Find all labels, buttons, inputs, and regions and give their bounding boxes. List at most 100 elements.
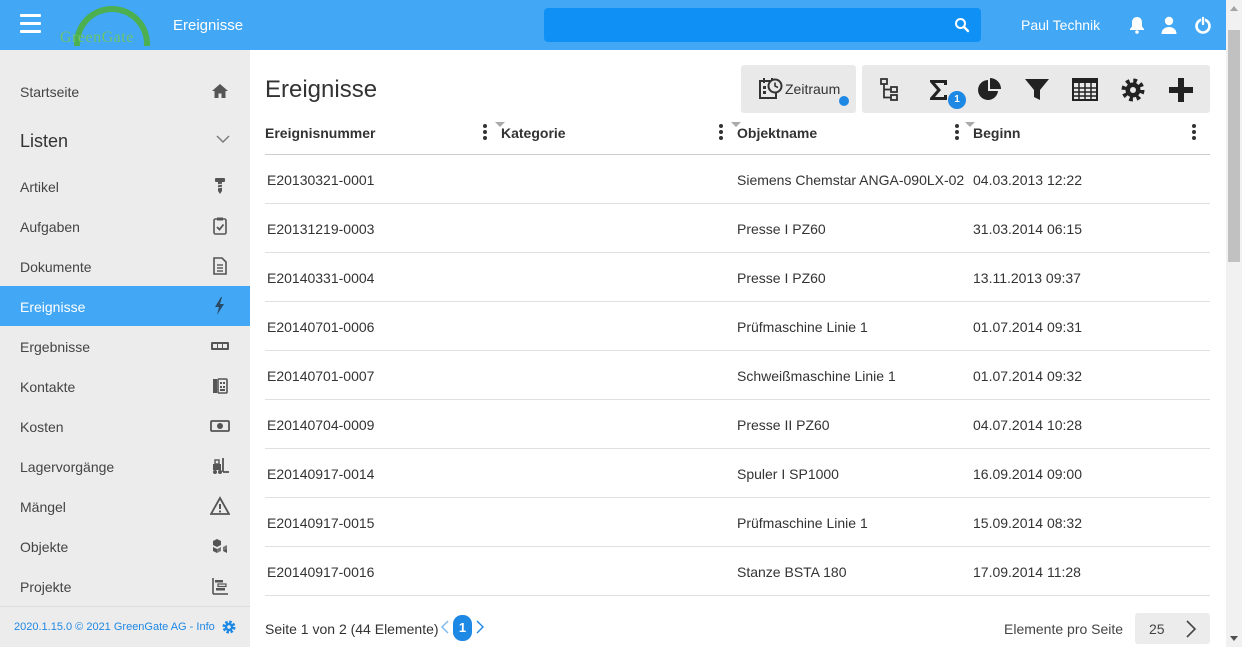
sidebar-item-dokumente[interactable]: Dokumente <box>0 246 250 286</box>
cell-beginn: 13.11.2013 09:37 <box>973 270 1081 286</box>
user-name[interactable]: Paul Technik <box>1021 17 1100 33</box>
scroll-thumb[interactable] <box>1228 30 1240 262</box>
search-bar[interactable] <box>544 8 981 42</box>
zeitraum-active-dot <box>839 96 849 106</box>
next-page-icon[interactable] <box>475 619 485 635</box>
cell-objektname: Presse II PZ60 <box>737 417 830 433</box>
cell-ereignisnummer: E20131219-0003 <box>267 221 375 237</box>
sidebar-item-kontakte[interactable]: Kontakte <box>0 366 250 406</box>
cell-beginn: 01.07.2014 09:32 <box>973 368 1082 384</box>
table-row[interactable]: E20140917-0016 Stanze BSTA 180 17.09.201… <box>265 547 1210 596</box>
grid-toolbar: 1 <box>862 65 1210 113</box>
cell-objektname: Spuler I SP1000 <box>737 466 839 482</box>
gantt-icon <box>212 578 228 595</box>
column-header-kategorie[interactable]: Kategorie <box>501 125 566 141</box>
column-menu-icon[interactable] <box>954 124 960 142</box>
cell-objektname: Siemens Chemstar ANGA-090LX-02 <box>737 172 965 188</box>
sidebar-item-label: Projekte <box>20 579 72 595</box>
cell-ereignisnummer: E20140917-0015 <box>267 515 375 531</box>
zeitraum-button[interactable]: Zeitraum <box>741 65 856 113</box>
sidebar-section-listen[interactable]: Listen <box>0 120 250 162</box>
per-page-value: 25 <box>1149 621 1165 637</box>
sidebar-item-ergebnisse[interactable]: Ergebnisse <box>0 326 250 366</box>
vertical-scrollbar[interactable] <box>1226 0 1242 647</box>
gear-icon <box>1121 78 1145 102</box>
cell-beginn: 17.09.2014 11:28 <box>973 564 1081 580</box>
filter-button[interactable] <box>1012 65 1060 113</box>
sidebar-item-label: Dokumente <box>20 259 92 275</box>
screw-icon <box>215 178 225 194</box>
scroll-down-icon[interactable] <box>1230 636 1238 641</box>
filter-icon <box>1025 79 1049 100</box>
aggregate-button[interactable]: 1 <box>914 65 966 113</box>
table-row[interactable]: E20140917-0015 Prüfmaschine Linie 1 15.0… <box>265 498 1210 547</box>
cell-objektname: Presse I PZ60 <box>737 270 826 286</box>
gear-icon[interactable] <box>221 619 237 635</box>
table-row[interactable]: E20140331-0004 Presse I PZ60 13.11.2013 … <box>265 253 1210 302</box>
add-button[interactable] <box>1156 65 1204 113</box>
page-title: Ereignisse <box>265 76 378 103</box>
chart-button[interactable] <box>964 65 1012 113</box>
cell-objektname: Presse I PZ60 <box>737 221 826 237</box>
scroll-up-icon[interactable] <box>1230 6 1238 11</box>
table-row[interactable]: E20130321-0001 Siemens Chemstar ANGA-090… <box>265 155 1210 204</box>
per-page-select[interactable]: 25 <box>1135 613 1210 644</box>
sidebar-item-maengel[interactable]: Mängel <box>0 486 250 526</box>
tree-view-button[interactable] <box>866 65 914 113</box>
previous-page-icon[interactable] <box>440 619 450 635</box>
sidebar-item-label: Artikel <box>20 179 59 195</box>
sidebar-item-label: Mängel <box>20 499 66 515</box>
per-page-label: Elemente pro Seite <box>1004 621 1124 637</box>
sidebar-item-aufgaben[interactable]: Aufgaben <box>0 206 250 246</box>
greengate-logo[interactable]: GreenGate <box>60 2 162 48</box>
table-row[interactable]: E20131219-0003 Presse I PZ60 31.03.2014 … <box>265 204 1210 253</box>
search-input[interactable] <box>544 8 944 42</box>
cell-ereignisnummer: E20130321-0001 <box>267 172 375 188</box>
table-row[interactable]: E20140701-0007 Schweißmaschine Linie 1 0… <box>265 351 1210 400</box>
search-icon[interactable] <box>954 17 970 33</box>
bell-icon[interactable] <box>1127 15 1147 35</box>
sidebar-item-label: Lagervorgänge <box>20 459 115 475</box>
cell-ereignisnummer: E20140917-0016 <box>267 564 375 580</box>
cell-objektname: Stanze BSTA 180 <box>737 564 847 580</box>
chevron-right-icon[interactable] <box>1183 618 1199 640</box>
column-header-beginn[interactable]: Beginn <box>973 125 1020 141</box>
table-row[interactable]: E20140701-0006 Prüfmaschine Linie 1 01.0… <box>265 302 1210 351</box>
sidebar-item-label: Kontakte <box>20 379 76 395</box>
cell-beginn: 04.03.2013 12:22 <box>973 172 1082 188</box>
chevron-down-icon <box>216 135 230 143</box>
user-icon[interactable] <box>1159 15 1179 35</box>
table-row[interactable]: E20140917-0014 Spuler I SP1000 16.09.201… <box>265 449 1210 498</box>
sidebar-item-lagervorgaenge[interactable]: Lagervorgänge <box>0 446 250 486</box>
menu-icon[interactable] <box>20 14 41 34</box>
sidebar-item-startseite[interactable]: Startseite <box>0 71 250 111</box>
sidebar-item-projekte[interactable]: Projekte <box>0 566 250 606</box>
sidebar-item-kosten[interactable]: Kosten <box>0 406 250 446</box>
column-menu-icon[interactable] <box>1191 124 1197 142</box>
sidebar-item-objekte[interactable]: Objekte <box>0 526 250 566</box>
sidebar-item-ereignisse[interactable]: Ereignisse <box>0 286 250 326</box>
cell-beginn: 16.09.2014 09:00 <box>973 466 1082 482</box>
pager-info: Seite 1 von 2 (44 Elemente) <box>265 621 439 637</box>
cell-beginn: 31.03.2014 06:15 <box>973 221 1082 237</box>
column-menu-icon[interactable] <box>718 124 724 142</box>
sidebar-item-label: Aufgaben <box>20 219 80 235</box>
columns-button[interactable] <box>1060 65 1108 113</box>
power-icon[interactable] <box>1193 15 1213 35</box>
sidebar-item-artikel[interactable]: Artikel <box>0 166 250 206</box>
column-menu-icon[interactable] <box>482 124 488 142</box>
current-page-button[interactable]: 1 <box>453 615 472 641</box>
cell-objektname: Schweißmaschine Linie 1 <box>737 368 896 384</box>
sidebar-item-label: Kosten <box>20 419 64 435</box>
version-info-link[interactable]: 2020.1.15.0 © 2021 GreenGate AG - Info <box>14 621 215 633</box>
home-icon <box>212 84 228 98</box>
grid-header: Ereignisnummer Kategorie Objektname Begi… <box>265 113 1210 155</box>
top-bar: GreenGate Ereignisse Paul Technik <box>0 0 1226 50</box>
table-row[interactable]: E20140704-0009 Presse II PZ60 04.07.2014… <box>265 400 1210 449</box>
plus-icon <box>1169 78 1193 102</box>
settings-button[interactable] <box>1108 65 1156 113</box>
logo-text: GreenGate <box>60 29 134 46</box>
column-header-ereignisnummer[interactable]: Ereignisnummer <box>265 125 375 141</box>
column-header-objektname[interactable]: Objektname <box>737 125 817 141</box>
cell-ereignisnummer: E20140701-0006 <box>267 319 375 335</box>
